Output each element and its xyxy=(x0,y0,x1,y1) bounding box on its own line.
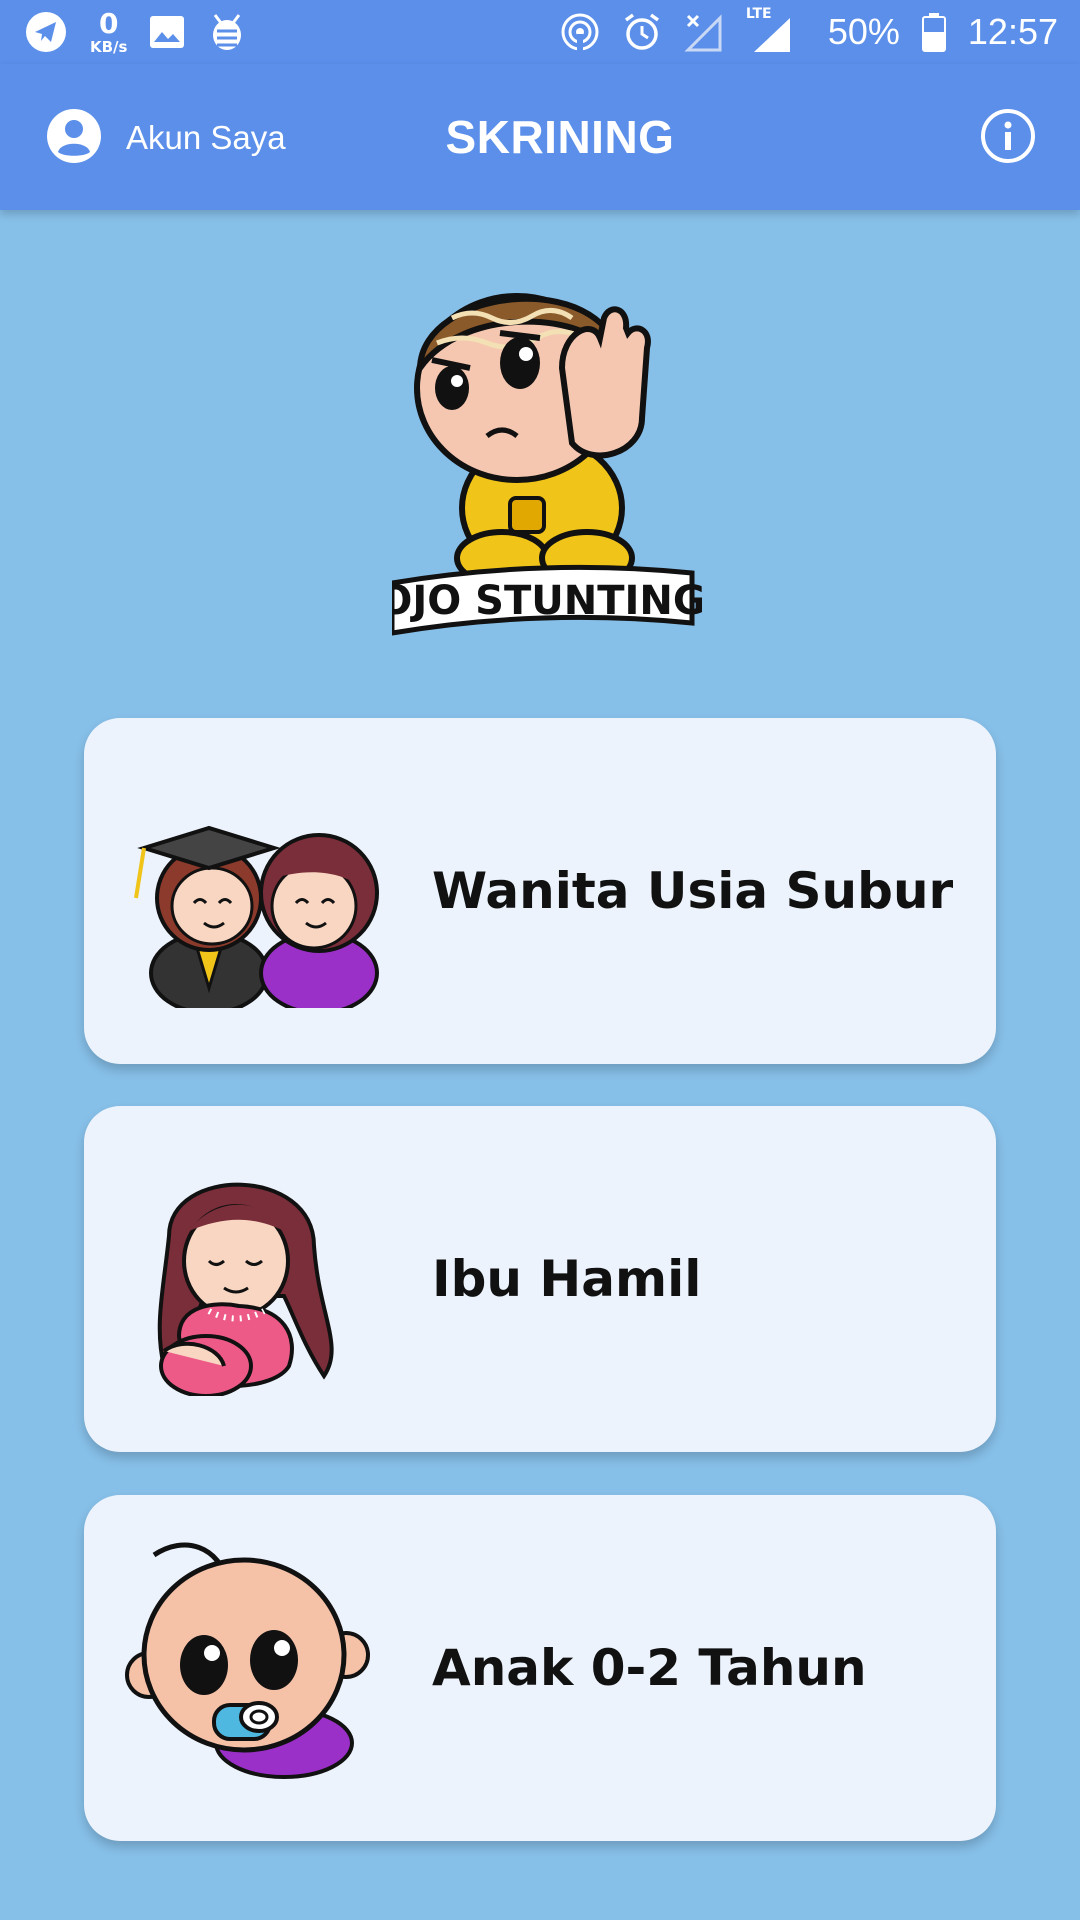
battery-icon xyxy=(921,12,946,52)
info-button[interactable] xyxy=(980,108,1036,168)
alarm-icon xyxy=(622,12,662,52)
no-signal-icon xyxy=(684,12,724,52)
bug-icon xyxy=(207,11,247,53)
women-illustration xyxy=(124,788,394,1015)
battery-percent: 50% xyxy=(827,11,900,52)
menu-card-wanita-usia-subur[interactable]: Wanita Usia Subur xyxy=(84,718,996,1064)
baby-illustration xyxy=(124,1535,394,1785)
telegram-icon xyxy=(24,10,68,54)
lte-signal-icon: LTE xyxy=(746,6,806,54)
page-title: SKRINING xyxy=(445,111,675,163)
clock: 12:57 xyxy=(967,11,1058,52)
menu-card-label: Ibu Hamil xyxy=(432,1250,702,1308)
net-speed: 0 KB/s xyxy=(90,6,128,56)
hotspot-icon xyxy=(560,12,600,52)
ojo-stunting-mascot: OJO STUNTING xyxy=(378,238,706,638)
pregnant-woman-illustration xyxy=(124,1176,394,1398)
menu-card-label: Anak 0-2 Tahun xyxy=(432,1639,867,1697)
menu-card-ibu-hamil[interactable]: Ibu Hamil xyxy=(84,1106,996,1452)
info-icon xyxy=(980,109,1036,168)
gallery-icon xyxy=(149,15,185,49)
status-bar: 0 KB/s LTE 50% 12:57 xyxy=(0,0,1080,64)
menu-card-label: Wanita Usia Subur xyxy=(432,862,954,920)
mascot-logo-text: OJO STUNTING xyxy=(392,578,702,624)
menu-card-anak-0-2-tahun[interactable]: Anak 0-2 Tahun xyxy=(84,1495,996,1841)
app-bar: Akun Saya SKRINING xyxy=(0,64,1080,210)
